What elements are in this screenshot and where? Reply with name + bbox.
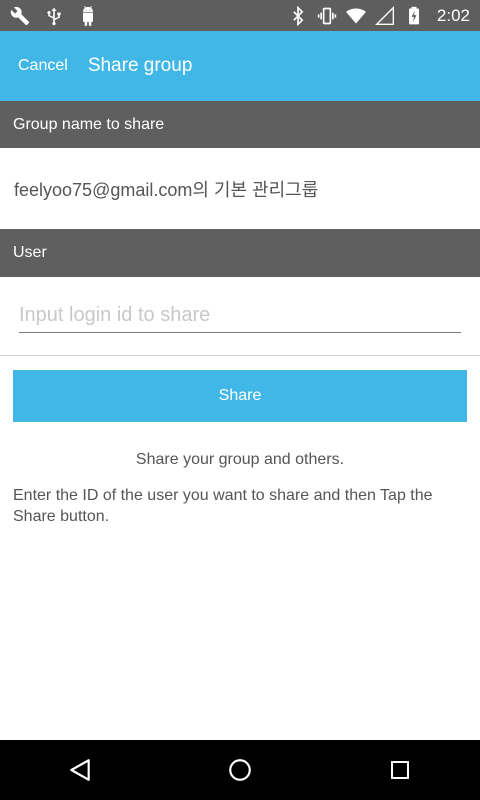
battery-charging-icon: [404, 6, 424, 26]
back-icon: [70, 759, 90, 781]
share-button[interactable]: Share: [13, 370, 467, 422]
bluetooth-icon: [288, 5, 308, 26]
divider: [0, 355, 480, 356]
cancel-button[interactable]: Cancel: [18, 57, 68, 75]
app-bar: Cancel Share group: [0, 31, 480, 101]
group-name-value: feelyoo75@gmail.com의 기본 관리그룹: [14, 180, 319, 200]
login-id-input[interactable]: [19, 298, 461, 333]
signal-icon: [374, 5, 395, 26]
status-left-icons: [10, 5, 98, 26]
navigation-bar: [0, 740, 480, 800]
page-title: Share group: [87, 55, 193, 76]
recents-button[interactable]: [370, 740, 430, 800]
back-button[interactable]: [50, 740, 110, 800]
share-description: Share your group and others.: [135, 451, 345, 468]
share-instruction: Enter the ID of the user you want to sha…: [13, 487, 433, 525]
status-right-icons: 2:02: [288, 5, 470, 26]
status-time: 2:02: [436, 5, 470, 25]
user-header: User: [0, 229, 480, 277]
vibrate-icon: [317, 6, 337, 26]
home-icon: [229, 759, 251, 781]
home-button[interactable]: [210, 740, 270, 800]
status-bar: 2:02: [0, 0, 480, 31]
usb-icon: [44, 6, 64, 26]
android-icon: [78, 5, 98, 26]
recents-icon: [391, 761, 409, 779]
group-name-header: Group name to share: [0, 101, 480, 148]
wrench-icon: [10, 6, 30, 26]
wifi-icon: [345, 6, 366, 26]
